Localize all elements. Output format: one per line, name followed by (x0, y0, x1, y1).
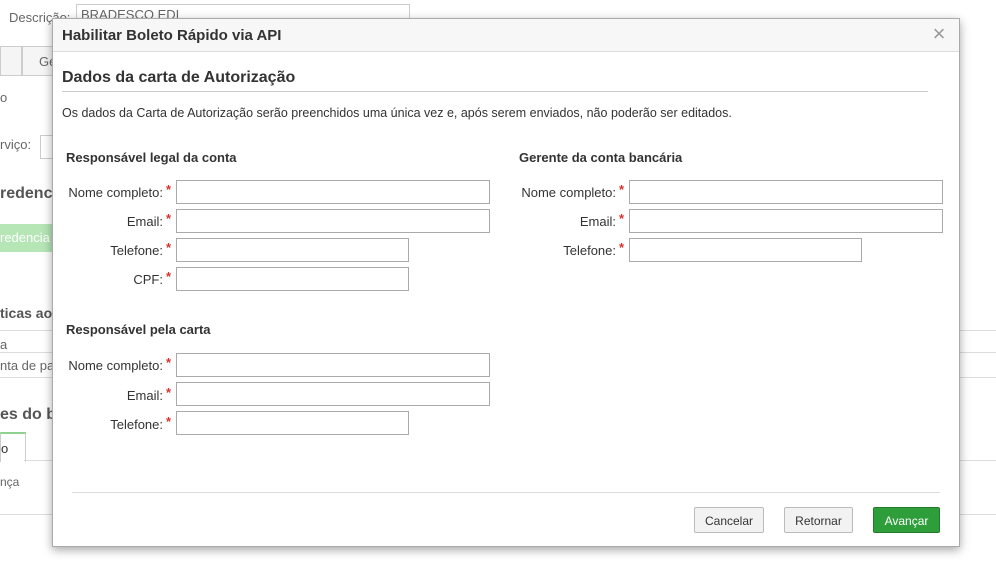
required-mark: * (166, 385, 172, 400)
close-icon[interactable]: × (929, 23, 949, 45)
carta-email-input[interactable] (176, 382, 490, 406)
carta-telefone-input[interactable] (176, 411, 409, 435)
praticas-heading: ticas ao (0, 305, 53, 321)
gerente-group-title: Gerente da conta bancária (519, 150, 683, 165)
gerente-email-label: Email: (579, 214, 616, 229)
required-mark: * (619, 182, 625, 197)
required-mark: * (166, 414, 172, 429)
next-button[interactable]: Avançar (873, 507, 940, 533)
legal-cpf-label: CPF: (133, 272, 163, 287)
modal-header: Habilitar Boleto Rápido via API × (53, 19, 959, 52)
gerente-telefone-input[interactable] (629, 238, 862, 262)
bg-tab-active-label: o (1, 441, 9, 456)
section-divider (62, 91, 928, 92)
legal-nome-label: Nome completo: (68, 185, 163, 200)
bg-licenca-label: nça (0, 475, 20, 489)
info-text: Os dados da Carta de Autorização serão p… (62, 106, 732, 120)
credenciais-button[interactable]: redencia (0, 224, 60, 252)
carta-email-label: Email: (126, 388, 163, 403)
cancel-button[interactable]: Cancelar (694, 507, 764, 533)
legal-group-title: Responsável legal da conta (66, 150, 237, 165)
legal-telefone-label: Telefone: (110, 243, 163, 258)
required-mark: * (166, 269, 172, 284)
carta-nome-label: Nome completo: (68, 358, 163, 373)
legal-telefone-input[interactable] (176, 238, 409, 262)
boleto-api-modal: Habilitar Boleto Rápido via API × Dados … (52, 18, 960, 547)
credenciais-heading: redenc (0, 185, 53, 202)
back-button[interactable]: Retornar (784, 507, 853, 533)
bg-text-o: o (0, 90, 8, 105)
gerente-telefone-label: Telefone: (563, 243, 616, 258)
required-mark: * (166, 240, 172, 255)
legal-nome-input[interactable] (176, 180, 490, 204)
modal-title: Habilitar Boleto Rápido via API (62, 27, 282, 44)
carta-group-title: Responsável pela carta (66, 322, 211, 337)
required-mark: * (166, 211, 172, 226)
gerente-nome-input[interactable] (629, 180, 943, 204)
bg-tab-active[interactable]: o (0, 432, 26, 462)
gerente-nome-label: Nome completo: (521, 185, 616, 200)
carta-telefone-label: Telefone: (110, 417, 163, 432)
required-mark: * (619, 240, 625, 255)
section-title: Dados da carta de Autorização (62, 69, 296, 86)
legal-email-label: Email: (126, 214, 163, 229)
footer-divider (72, 492, 940, 493)
gerente-email-input[interactable] (629, 209, 943, 233)
required-mark: * (619, 211, 625, 226)
bg-tab-1[interactable] (0, 46, 22, 76)
bg-text-a: a (0, 337, 8, 352)
bg-conta-label: nta de pa (0, 358, 55, 373)
required-mark: * (166, 182, 172, 197)
legal-email-input[interactable] (176, 209, 490, 233)
carta-nome-input[interactable] (176, 353, 490, 377)
legal-cpf-input[interactable] (176, 267, 409, 291)
required-mark: * (166, 355, 172, 370)
servico-label: rviço: (0, 137, 32, 152)
